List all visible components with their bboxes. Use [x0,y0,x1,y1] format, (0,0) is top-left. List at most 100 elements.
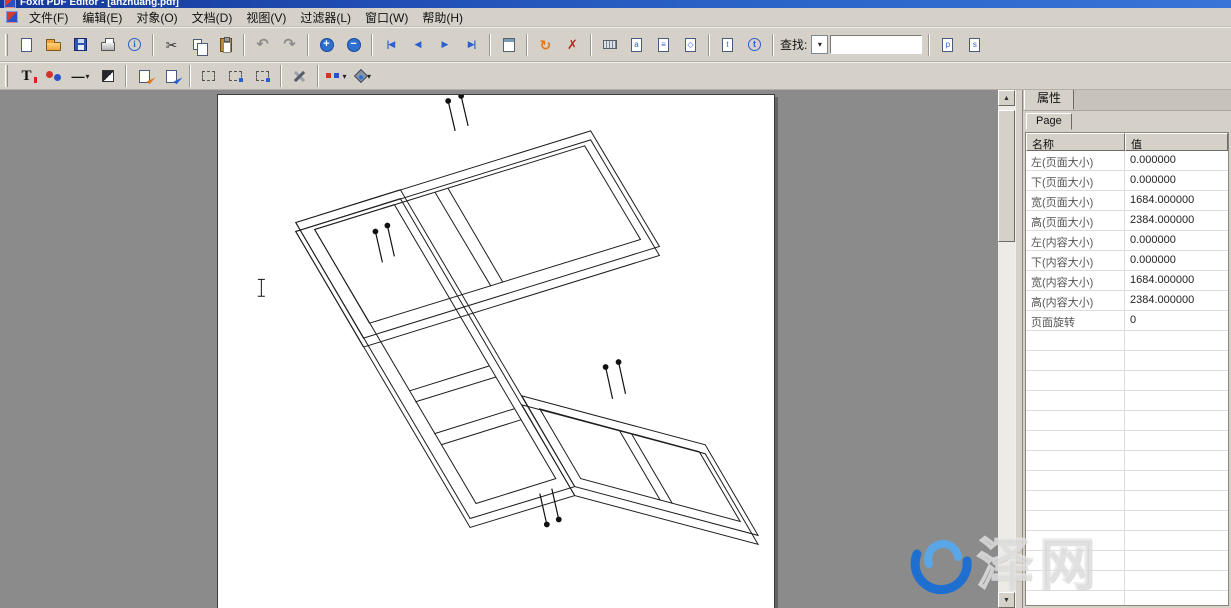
open-button[interactable] [40,32,67,57]
new-document-button[interactable] [13,32,40,57]
page-stream-button[interactable]: ≡ [650,32,677,57]
next-page-button[interactable]: ▶ [431,32,458,57]
new-document-icon [21,38,32,52]
menu-item[interactable]: 对象(O) [129,7,184,28]
menu-item[interactable]: 视图(V) [239,7,293,28]
print-button[interactable] [94,32,121,57]
property-value[interactable]: 0.000000 [1125,231,1228,250]
property-value[interactable]: 1684.000000 [1125,271,1228,290]
line-style-button[interactable]: —▾ [67,64,94,89]
tab-page[interactable]: Page [1026,113,1072,130]
menu-item[interactable]: 文档(D) [185,7,240,28]
rotate-page-button[interactable]: ↻ [532,32,559,57]
property-row[interactable]: 下(页面大小)0.000000 [1026,171,1228,191]
redo-button[interactable]: ↷ [276,32,303,57]
find-history-dropdown[interactable]: ▾ [811,35,828,54]
property-name [1026,571,1125,590]
menu-item[interactable]: 帮助(H) [415,7,470,28]
property-row[interactable]: 下(内容大小)0.000000 [1026,251,1228,271]
dropdown-arrow-icon[interactable]: ▾ [85,72,89,81]
scrollbar-thumb[interactable] [998,110,1015,242]
page-resources-button[interactable]: ◇ [677,32,704,57]
snapshot-icon [229,71,242,81]
property-row[interactable]: 左(内容大小)0.000000 [1026,231,1228,251]
last-page-button[interactable]: ▶| [458,32,485,57]
property-row[interactable]: 左(页面大小)0.000000 [1026,151,1228,171]
fill-style-button[interactable] [94,64,121,89]
property-name [1026,451,1125,470]
transform-button[interactable] [249,64,276,89]
vertical-scrollbar[interactable]: ▲ ▼ [998,90,1015,608]
first-page-button[interactable]: |◀ [377,32,404,57]
find-input[interactable] [830,35,922,54]
color-tool-button[interactable] [40,64,67,89]
toolbar-grip[interactable] [5,34,8,56]
select-area-button[interactable] [195,64,222,89]
previous-page-icon: ◀ [415,40,421,49]
paste-button[interactable] [212,32,239,57]
document-info-button[interactable]: i [121,32,148,57]
scroll-up-button[interactable]: ▲ [998,90,1015,106]
snapshot-button[interactable] [222,64,249,89]
cut-button[interactable]: ✂ [158,32,185,57]
pdf-page[interactable] [217,94,775,608]
properties-tab[interactable]: 属性 [1024,90,1074,110]
fill-color-button[interactable]: ▾ [350,64,377,89]
options-icon [292,69,307,84]
property-value[interactable]: 2384.000000 [1125,291,1228,310]
redo-icon: ↷ [283,37,296,52]
property-value[interactable]: 1684.000000 [1125,191,1228,210]
menu-item[interactable]: 编辑(E) [75,7,129,28]
column-header-value[interactable]: 值 [1125,133,1228,151]
properties-tab-strip: Page [1023,111,1231,130]
stroke-color-button[interactable]: ▾ [323,64,350,89]
scroll-down-button[interactable]: ▼ [998,592,1015,608]
property-row[interactable]: 宽(内容大小)1684.000000 [1026,271,1228,291]
text-tool-button[interactable]: T [13,64,40,89]
property-value[interactable]: 2384.000000 [1125,211,1228,230]
menu-item[interactable]: 过滤器(L) [293,7,358,28]
page-links-button[interactable]: s [961,32,988,57]
undo-button[interactable]: ↶ [249,32,276,57]
menu-item[interactable]: 文件(F) [22,7,75,28]
property-row[interactable]: 页面旋转0 [1026,311,1228,331]
delete-page-button[interactable]: ✗ [559,32,586,57]
document-canvas[interactable] [0,90,998,608]
text-view-button[interactable]: a [623,32,650,57]
property-name [1026,471,1125,490]
copy-button[interactable] [185,32,212,57]
toolbar-separator [708,34,710,56]
about-button[interactable]: t [741,32,768,57]
first-page-icon: |◀ [387,40,394,49]
toolbar-grip[interactable] [5,65,8,87]
property-value[interactable]: 0 [1125,311,1228,330]
property-row[interactable]: 宽(页面大小)1684.000000 [1026,191,1228,211]
document-info-icon: i [128,38,141,51]
page-properties-button[interactable]: p [934,32,961,57]
menu-item[interactable]: 窗口(W) [358,7,415,28]
edit-text-button[interactable] [158,64,185,89]
property-value [1125,531,1228,550]
property-value[interactable]: 0.000000 [1125,151,1228,170]
options-button[interactable] [286,64,313,89]
print-icon [101,42,115,51]
previous-page-button[interactable]: ◀ [404,32,431,57]
column-header-name[interactable]: 名称 [1026,133,1125,151]
hex-view-button[interactable] [596,32,623,57]
zoom-in-button[interactable]: + [313,32,340,57]
property-value[interactable]: 0.000000 [1125,251,1228,270]
select-area-icon [202,71,215,81]
save-button[interactable] [67,32,94,57]
page-thumbnails-button[interactable] [495,32,522,57]
property-name [1026,411,1125,430]
dropdown-arrow-icon[interactable]: ▾ [342,72,346,81]
panel-splitter[interactable] [1015,90,1022,608]
import-text-button[interactable]: t [714,32,741,57]
property-row[interactable]: 高(页面大小)2384.000000 [1026,211,1228,231]
zoom-out-button[interactable]: − [340,32,367,57]
menu-bar: 文件(F)编辑(E)对象(O)文档(D)视图(V)过滤器(L)窗口(W)帮助(H… [0,8,1231,27]
edit-object-button[interactable] [131,64,158,89]
property-row[interactable]: 高(内容大小)2384.000000 [1026,291,1228,311]
property-value[interactable]: 0.000000 [1125,171,1228,190]
property-row [1026,511,1228,531]
